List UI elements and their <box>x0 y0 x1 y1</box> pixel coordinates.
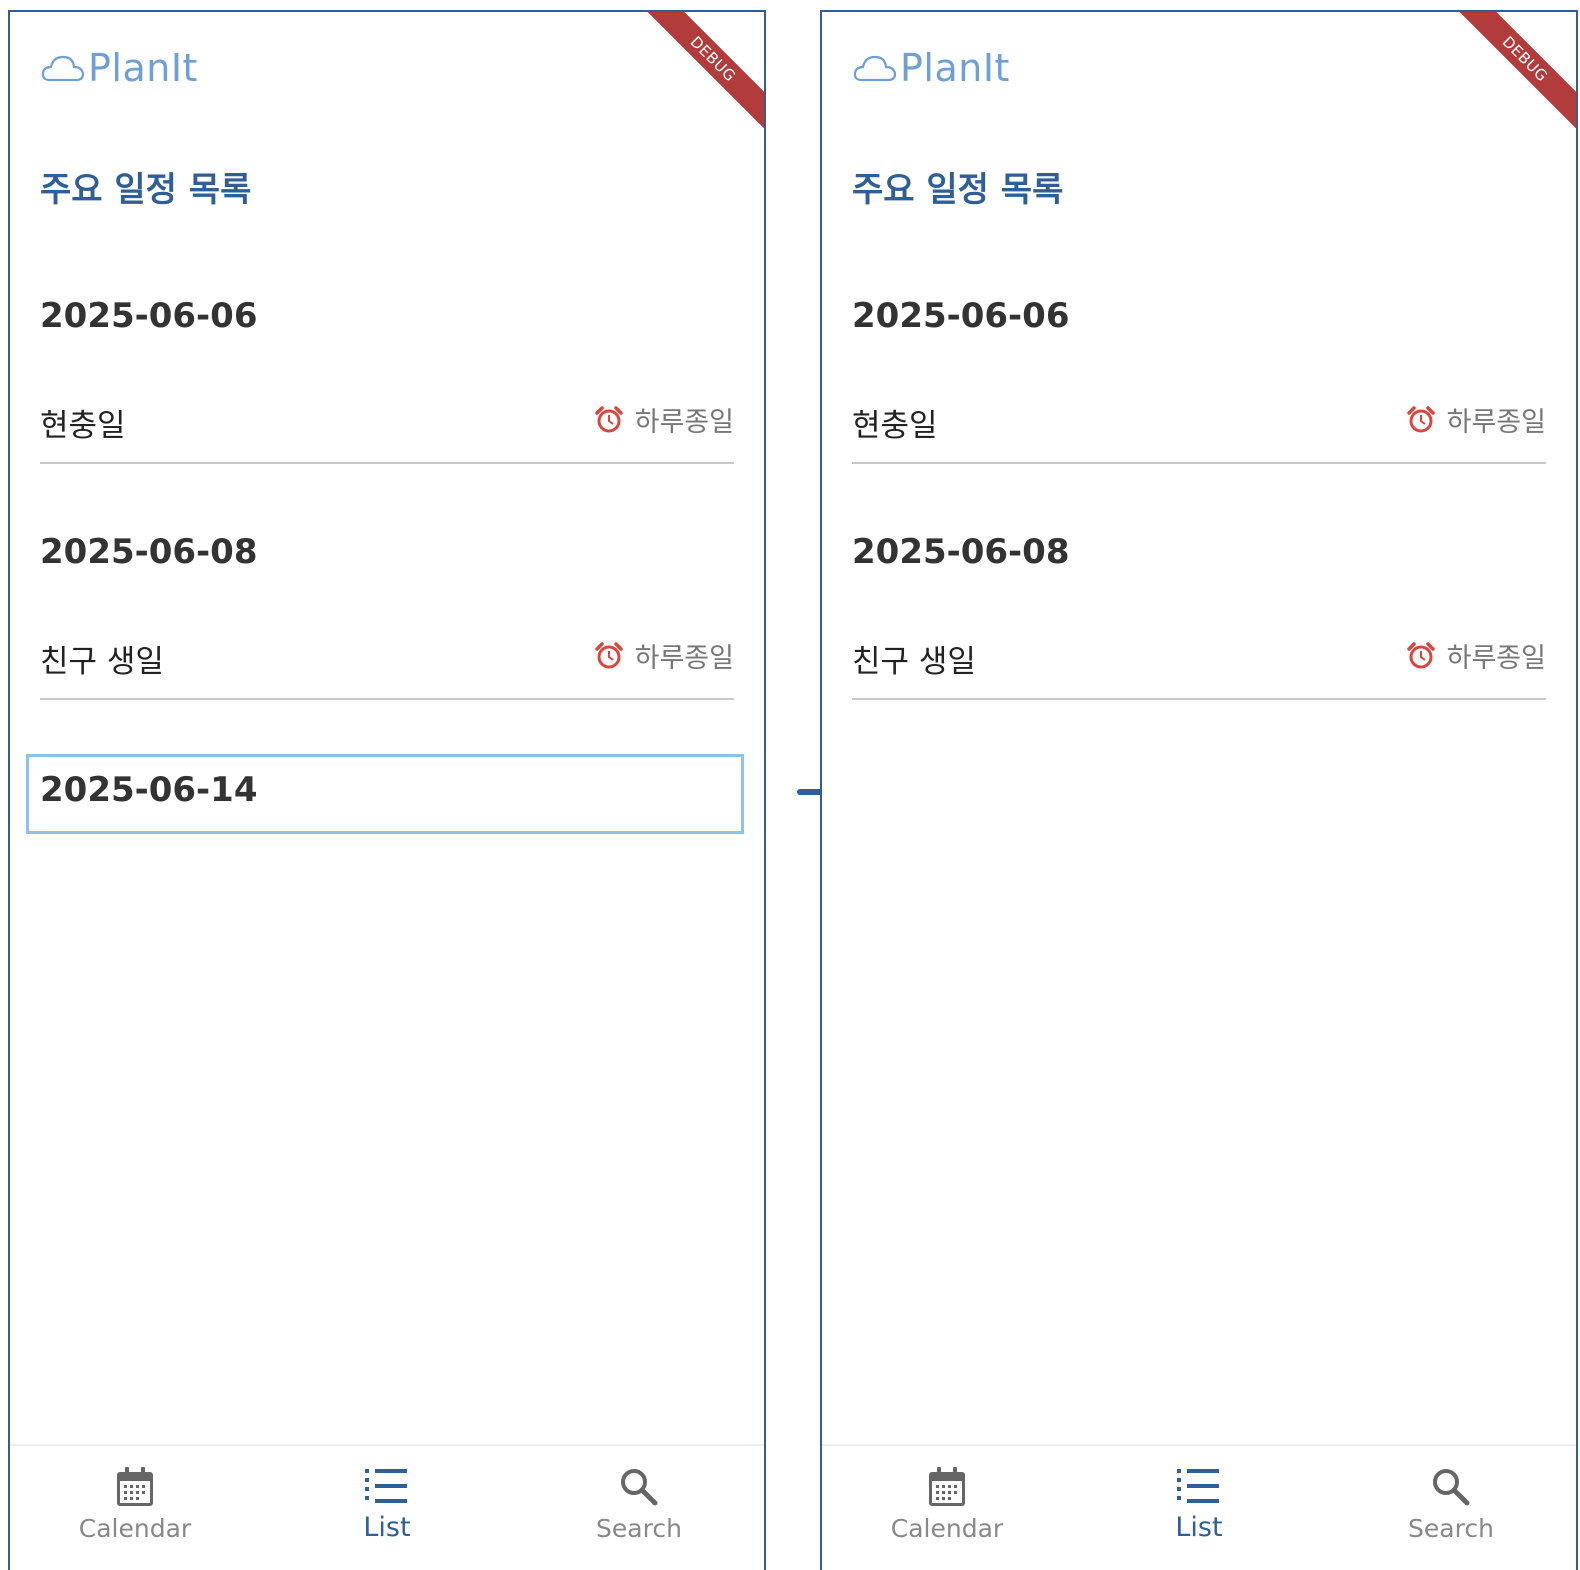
page-title: 주요 일정 목록 <box>40 170 252 210</box>
list-icon <box>1177 1469 1219 1503</box>
nav-label: List <box>363 1512 411 1543</box>
nav-label: List <box>1175 1512 1223 1543</box>
alarm-clock-icon <box>1406 641 1435 668</box>
event-row[interactable]: 현충일 하루종일 <box>852 386 1546 464</box>
time-label: 하루종일 <box>634 407 734 438</box>
cloud-icon <box>41 55 85 82</box>
date-heading: 2025-06-06 <box>852 296 1070 336</box>
nav-item-search[interactable]: Search <box>1326 1446 1576 1570</box>
app-header: PlanIt <box>40 46 198 90</box>
event-name: 친구 생일 <box>852 644 976 680</box>
nav-item-search[interactable]: Search <box>514 1446 764 1570</box>
bottom-nav: Calendar List Search <box>822 1444 1576 1570</box>
calendar-icon <box>117 1467 153 1506</box>
event-row[interactable]: 현충일 하루종일 <box>40 386 734 464</box>
cloud-icon <box>853 55 897 82</box>
debug-banner: DEBUG <box>636 12 764 136</box>
app-title: PlanIt <box>88 46 198 90</box>
date-heading: 2025-06-08 <box>852 532 1070 572</box>
event-row[interactable]: 친구 생일 하루종일 <box>852 622 1546 700</box>
nav-label: Calendar <box>890 1514 1004 1543</box>
nav-item-list[interactable]: List <box>262 1446 512 1570</box>
search-icon <box>1433 1469 1470 1506</box>
alarm-clock-icon <box>594 405 623 432</box>
date-heading: 2025-06-08 <box>40 532 258 572</box>
date-heading: 2025-06-06 <box>40 296 258 336</box>
time-label: 하루종일 <box>1446 643 1546 674</box>
screen-before: DEBUG PlanIt 주요 일정 목록 2025-06-06 현충일 하루종… <box>8 10 766 1570</box>
calendar-icon <box>929 1467 965 1506</box>
debug-banner: DEBUG <box>1448 12 1576 136</box>
bottom-nav: Calendar List Search <box>10 1444 764 1570</box>
alarm-clock-icon <box>594 641 623 668</box>
time-label: 하루종일 <box>1446 407 1546 438</box>
nav-item-calendar[interactable]: Calendar <box>822 1446 1072 1570</box>
event-name: 친구 생일 <box>40 644 164 680</box>
list-icon <box>365 1469 407 1503</box>
search-icon <box>621 1469 658 1506</box>
event-time: 하루종일 <box>1405 636 1546 675</box>
event-time: 하루종일 <box>593 636 734 675</box>
nav-label: Calendar <box>78 1514 192 1543</box>
event-name: 현충일 <box>40 408 126 444</box>
date-heading: 2025-06-14 <box>40 770 258 810</box>
event-row[interactable]: 친구 생일 하루종일 <box>40 622 734 700</box>
time-label: 하루종일 <box>634 643 734 674</box>
event-name: 현충일 <box>852 408 938 444</box>
app-header: PlanIt <box>852 46 1010 90</box>
event-time: 하루종일 <box>1405 400 1546 439</box>
event-time: 하루종일 <box>593 400 734 439</box>
app-title: PlanIt <box>900 46 1010 90</box>
alarm-clock-icon <box>1406 405 1435 432</box>
nav-item-list[interactable]: List <box>1074 1446 1324 1570</box>
nav-item-calendar[interactable]: Calendar <box>10 1446 260 1570</box>
page-title: 주요 일정 목록 <box>852 170 1064 210</box>
nav-label: Search <box>1408 1514 1494 1543</box>
nav-label: Search <box>596 1514 682 1543</box>
screen-after: DEBUG PlanIt 주요 일정 목록 2025-06-06 현충일 하루종… <box>820 10 1578 1570</box>
